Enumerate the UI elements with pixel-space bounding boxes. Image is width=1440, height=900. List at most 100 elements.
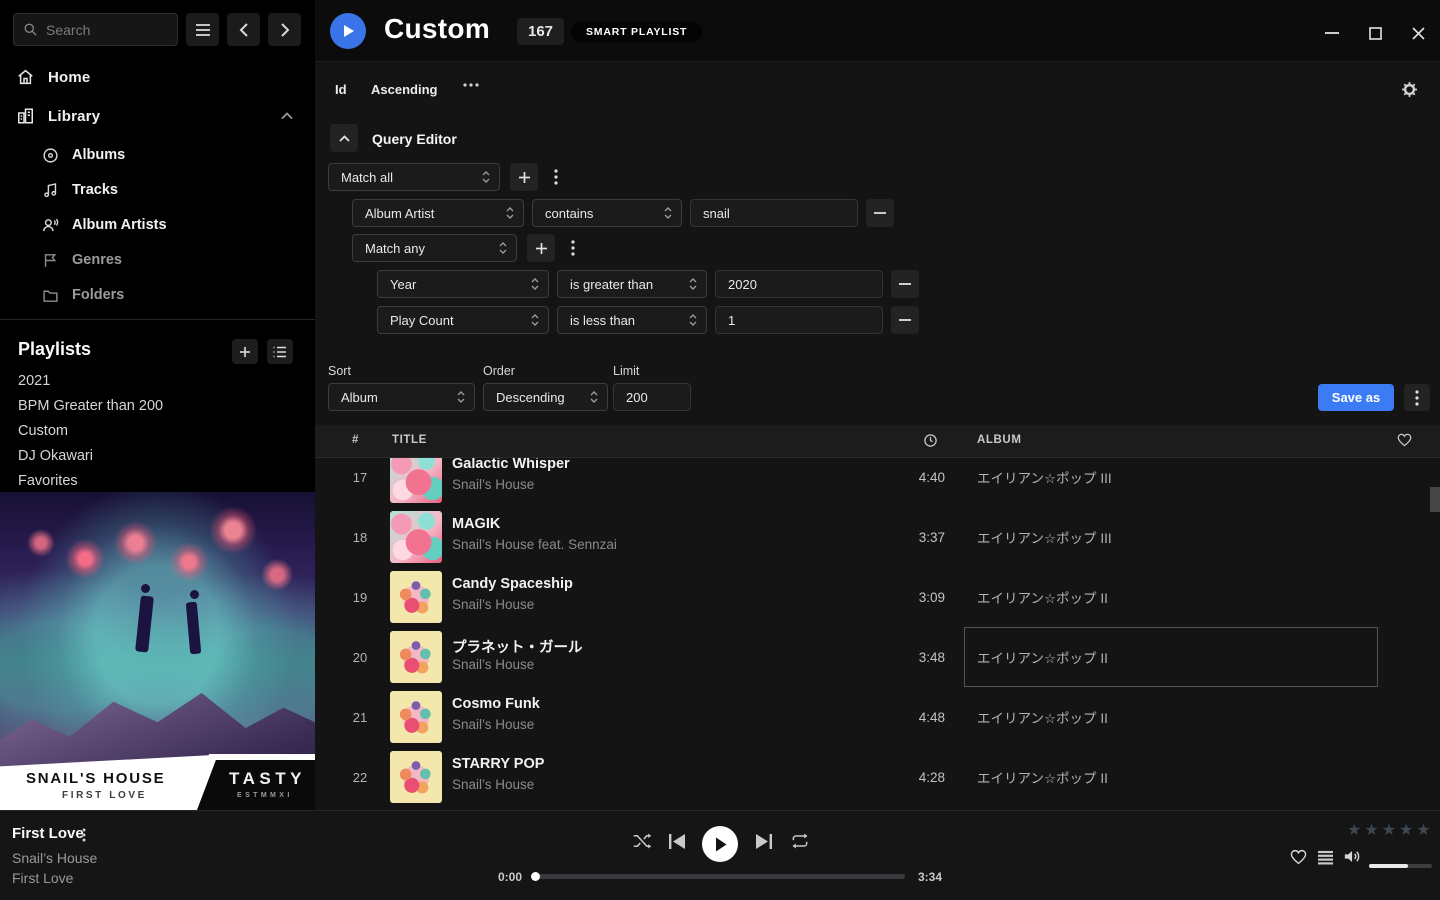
track-artist[interactable]: Snail’s House xyxy=(452,717,534,732)
shuffle-icon[interactable] xyxy=(632,832,653,850)
table-row[interactable]: 19 Candy Spaceship Snail’s House 3:09 エイ… xyxy=(315,567,1440,627)
track-title[interactable]: プラネット・ガール xyxy=(452,636,583,657)
sidebar-item-album-artists[interactable]: Album Artists xyxy=(0,210,315,240)
match-select-group1[interactable]: Match all xyxy=(328,163,500,191)
track-album[interactable]: エイリアン☆ポップ III xyxy=(977,458,1377,507)
add-rule-button-group2[interactable] xyxy=(527,234,555,262)
kebab-menu-icon[interactable] xyxy=(547,163,565,191)
remove-rule-button[interactable] xyxy=(866,199,894,227)
playlist-list-button[interactable] xyxy=(267,339,293,364)
sidebar-item-tracks[interactable]: Tracks xyxy=(0,175,315,205)
playlist-item[interactable]: Custom xyxy=(18,423,298,445)
sidebar-item-library[interactable]: Library xyxy=(0,101,315,131)
track-album[interactable]: エイリアン☆ポップ II xyxy=(977,687,1377,747)
rule-value-input[interactable] xyxy=(716,307,882,333)
rule-value-input[interactable] xyxy=(716,271,882,297)
sidebar-item-folders[interactable]: Folders xyxy=(0,280,315,310)
play-playlist-button[interactable] xyxy=(330,13,366,49)
rule-field-select[interactable]: Album Artist xyxy=(352,199,524,227)
remove-rule-button[interactable] xyxy=(891,306,919,334)
track-artist[interactable]: Snail’s House xyxy=(452,657,534,672)
window-close-button[interactable] xyxy=(1409,24,1427,42)
sort-field-button[interactable]: Id xyxy=(335,82,347,97)
kebab-menu-icon[interactable] xyxy=(82,828,86,842)
track-artist[interactable]: Snail’s House xyxy=(452,777,534,792)
sort-select[interactable]: Album xyxy=(328,383,475,411)
rule-value-input[interactable] xyxy=(691,200,857,226)
previous-track-icon[interactable] xyxy=(669,834,685,849)
add-playlist-button[interactable] xyxy=(232,339,258,364)
rating-star-icon[interactable]: ★ xyxy=(1347,820,1361,840)
clock-icon[interactable] xyxy=(923,433,938,448)
more-options-icon[interactable] xyxy=(463,83,479,87)
track-album[interactable]: エイリアン☆ポップ II xyxy=(977,747,1377,807)
seek-bar[interactable] xyxy=(535,874,905,879)
scrollbar-thumb[interactable] xyxy=(1430,487,1440,512)
table-row[interactable]: 21 Cosmo Funk Snail’s House 4:48 エイリアン☆ポ… xyxy=(315,687,1440,747)
track-artist[interactable]: Snail’s House feat. Sennzai xyxy=(452,537,617,552)
queue-icon[interactable] xyxy=(1318,850,1333,865)
track-album[interactable]: エイリアン☆ポップ III xyxy=(977,507,1377,567)
kebab-menu-icon[interactable] xyxy=(1404,384,1430,411)
playlist-item[interactable]: DJ Okawari xyxy=(18,448,298,470)
seek-handle[interactable] xyxy=(531,872,540,881)
track-artist[interactable]: Snail’s House xyxy=(452,477,534,492)
match-select-group2[interactable]: Match any xyxy=(352,234,517,262)
column-index[interactable]: # xyxy=(352,434,359,446)
nav-back-button[interactable] xyxy=(227,13,260,46)
gear-icon[interactable] xyxy=(1401,81,1418,98)
next-track-icon[interactable] xyxy=(756,834,772,849)
rating-star-icon[interactable]: ★ xyxy=(1416,820,1430,840)
column-title[interactable]: TITLE xyxy=(392,434,427,446)
limit-input[interactable] xyxy=(614,384,690,410)
now-playing-artist[interactable]: Snail’s House xyxy=(12,850,97,866)
sort-direction-button[interactable]: Ascending xyxy=(371,82,437,97)
table-row[interactable]: 20 プラネット・ガール Snail’s House 3:48 エイリアン☆ポッ… xyxy=(315,627,1440,687)
playlist-item[interactable]: BPM Greater than 200 xyxy=(18,398,298,420)
rule-operator-select[interactable]: is greater than xyxy=(557,270,707,298)
order-select[interactable]: Descending xyxy=(483,383,608,411)
sidebar-item-genres[interactable]: Genres xyxy=(0,245,315,275)
favorite-heart-icon[interactable] xyxy=(1290,849,1307,865)
window-maximize-button[interactable] xyxy=(1366,24,1384,42)
search-box[interactable] xyxy=(13,13,178,46)
collapse-query-editor-button[interactable] xyxy=(330,124,358,152)
sidebar-item-albums[interactable]: Albums xyxy=(0,140,315,170)
kebab-menu-icon[interactable] xyxy=(564,234,582,262)
menu-button[interactable] xyxy=(186,13,219,46)
rule-operator-select[interactable]: contains xyxy=(532,199,682,227)
track-title[interactable]: MAGIK xyxy=(452,516,500,532)
track-title[interactable]: Galactic Whisper xyxy=(452,458,570,472)
rule-operator-select[interactable]: is less than xyxy=(557,306,707,334)
play-button[interactable] xyxy=(702,826,738,862)
add-rule-button-group1[interactable] xyxy=(510,163,538,191)
track-artist[interactable]: Snail’s House xyxy=(452,597,534,612)
rating-star-icon[interactable]: ★ xyxy=(1399,820,1413,840)
heart-column-icon[interactable] xyxy=(1397,433,1412,447)
track-title[interactable]: Candy Spaceship xyxy=(452,576,573,592)
table-row[interactable]: 17 Galactic Whisper Snail’s House 4:40 エ… xyxy=(315,458,1440,507)
rule-field-select[interactable]: Play Count xyxy=(377,306,549,334)
table-row[interactable]: 18 MAGIK Snail’s House feat. Sennzai 3:3… xyxy=(315,507,1440,567)
volume-icon[interactable] xyxy=(1344,849,1361,864)
search-input[interactable] xyxy=(46,22,156,38)
rating-star-icon[interactable]: ★ xyxy=(1382,820,1396,840)
rating-star-icon[interactable]: ★ xyxy=(1364,820,1378,840)
remove-rule-button[interactable] xyxy=(891,270,919,298)
track-album[interactable]: エイリアン☆ポップ II xyxy=(977,567,1377,627)
now-playing-title[interactable]: First Love xyxy=(12,825,84,842)
window-minimize-button[interactable] xyxy=(1323,24,1341,42)
chevron-up-icon[interactable] xyxy=(281,112,293,120)
playlist-item[interactable]: 2021 xyxy=(18,373,298,395)
save-as-button[interactable]: Save as xyxy=(1318,384,1394,411)
table-row[interactable]: 22 STARRY POP Snail’s House 4:28 エイリアン☆ポ… xyxy=(315,747,1440,807)
now-playing-album[interactable]: First Love xyxy=(12,870,73,886)
volume-slider[interactable] xyxy=(1369,864,1432,868)
track-title[interactable]: Cosmo Funk xyxy=(452,696,540,712)
sidebar-item-home[interactable]: Home xyxy=(0,62,315,92)
rule-field-select[interactable]: Year xyxy=(377,270,549,298)
rating-stars[interactable]: ★★★★★ xyxy=(1347,820,1431,840)
nav-forward-button[interactable] xyxy=(268,13,301,46)
track-title[interactable]: STARRY POP xyxy=(452,756,544,772)
column-album[interactable]: ALBUM xyxy=(977,434,1022,446)
